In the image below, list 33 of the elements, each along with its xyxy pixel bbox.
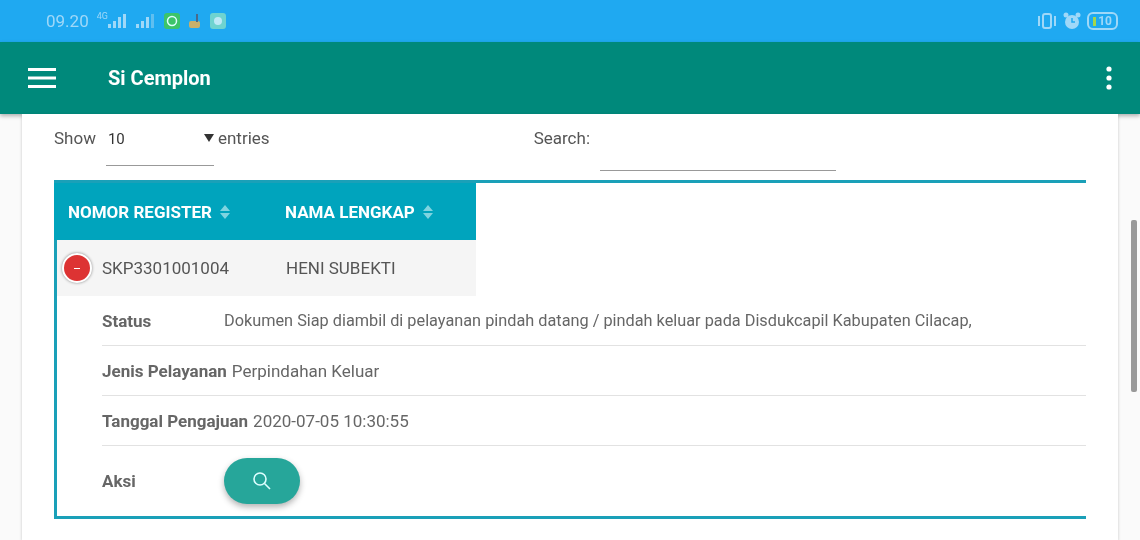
app-icon — [187, 13, 202, 29]
alarm-icon — [1063, 12, 1082, 30]
detail-label: Tanggal Pengajuan — [102, 410, 249, 431]
entries-dropdown[interactable]: 10 — [105, 122, 214, 166]
signal-icon — [135, 14, 156, 28]
more-options-icon[interactable] — [1106, 66, 1112, 90]
chat-app-icon — [163, 13, 180, 29]
detail-value: Perpindahan Keluar — [231, 360, 380, 381]
app-icon — [209, 13, 226, 29]
clock-time: 09.20 — [46, 11, 89, 31]
battery-indicator: 10 — [1087, 12, 1118, 30]
caret-icon — [203, 134, 214, 142]
network-type: 4G — [96, 11, 108, 21]
sort-icon[interactable] — [422, 203, 433, 220]
detail-label: Status — [102, 310, 153, 331]
detail-value: Dokumen Siap diambil di pelayanan pindah datang / pindah keluar pada Disdukcapil Kabupaten Cilacap, — [224, 311, 972, 330]
vibrate-icon — [1037, 13, 1058, 29]
search-label: Search: — [533, 127, 590, 148]
detail-value: 2020-07-05 10:30:55 — [253, 410, 409, 431]
collapse-icon[interactable] — [62, 253, 92, 283]
table-row[interactable]: SKP3301001004 HENI SUBEKTI — [54, 240, 476, 296]
show-label: Show — [54, 127, 96, 148]
table-cell-text: SKP3301001004 — [102, 258, 231, 278]
search-button[interactable] — [224, 458, 300, 504]
detail-label: Jenis Pelayanan — [102, 360, 227, 381]
sort-icon[interactable] — [219, 203, 230, 220]
app-title: Si Cemplon — [108, 66, 211, 90]
entries-label: entries — [217, 127, 270, 148]
table-cell: HENI SUBEKTI — [286, 258, 396, 278]
menu-icon[interactable] — [28, 68, 56, 88]
signal-icon — [107, 14, 128, 28]
search-icon — [252, 471, 272, 491]
detail-label: Aksi — [102, 471, 137, 491]
